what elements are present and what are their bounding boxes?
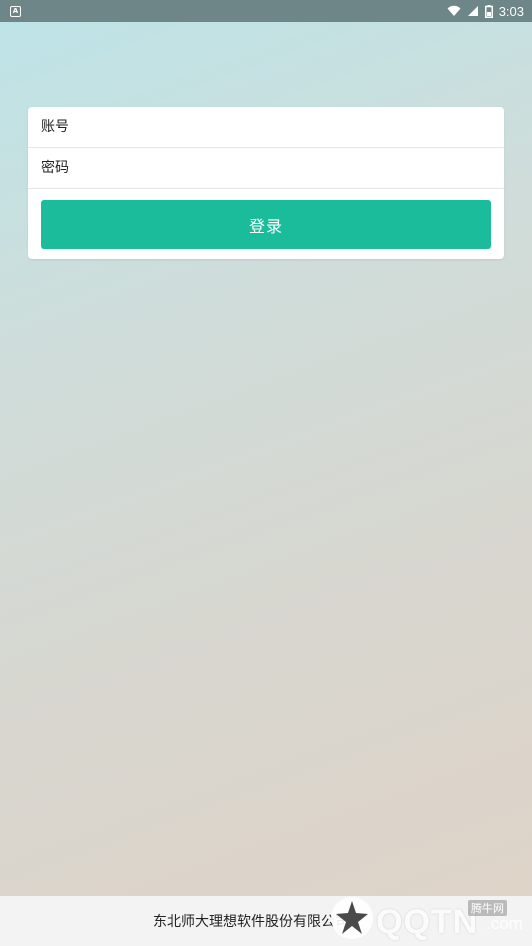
account-field bbox=[28, 107, 504, 148]
status-bar: A 3:03 bbox=[0, 0, 532, 22]
signal-icon bbox=[467, 6, 478, 16]
app-notification-icon: A bbox=[10, 5, 21, 17]
footer: 东北师大理想软件股份有限公司 bbox=[0, 896, 532, 946]
clock: 3:03 bbox=[498, 3, 524, 19]
battery-icon bbox=[484, 4, 493, 18]
login-card: 登录 bbox=[28, 107, 504, 259]
password-field bbox=[28, 148, 504, 189]
account-input[interactable] bbox=[41, 107, 504, 147]
wifi-icon bbox=[447, 5, 461, 16]
password-input[interactable] bbox=[41, 148, 504, 188]
login-button[interactable]: 登录 bbox=[41, 200, 491, 249]
company-name: 东北师大理想软件股份有限公司 bbox=[153, 914, 349, 930]
